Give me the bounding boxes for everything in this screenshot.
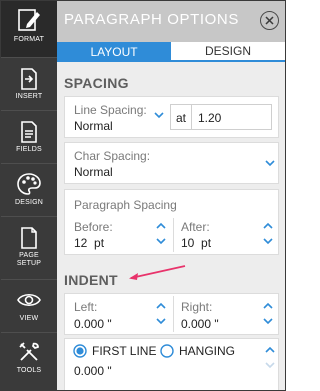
chevron-up-icon[interactable] [156,302,166,309]
pencil-document-icon [18,9,40,31]
char-spacing-select[interactable]: Char Spacing: Normal [64,142,279,184]
first-line-hanging-box: FIRST LINE HANGING 0.000 " [64,338,279,390]
rail-item-page-setup[interactable]: PAGE SETUP [1,217,57,279]
indent-right-label: Right: [181,300,213,314]
fields-document-icon [21,121,37,143]
indent-left-right-row: Left: 0.000 " Right: 0.000 " [64,293,279,335]
rail-label: VIEW [19,315,39,322]
divider [191,105,192,129]
chevron-up-icon[interactable] [156,222,166,229]
indent-left-stepper[interactable]: Left: 0.000 " [65,294,172,334]
section-title-spacing: SPACING [64,75,129,91]
line-spacing-select[interactable]: Line Spacing: Normal [65,97,167,137]
line-spacing-label: Line Spacing: [74,103,147,117]
line-spacing-row: Line Spacing: Normal at 1.20 [64,96,279,138]
at-label: at [176,111,187,125]
paragraph-options-panel: PARAGRAPH OPTIONS LAYOUT DESIGN SPACING … [57,1,285,390]
char-spacing-label: Char Spacing: [74,149,151,163]
indent-right-stepper[interactable]: Right: 0.000 " [174,294,278,334]
chevron-down-icon [154,112,164,119]
chevron-down-icon[interactable] [156,238,166,245]
rail-item-fields[interactable]: FIELDS [1,111,57,163]
close-button[interactable] [260,11,279,30]
after-stepper[interactable]: After: 10 pt [174,216,278,254]
rail-label: INSERT [15,93,43,100]
chevron-down-icon [265,160,275,167]
radio-selected-icon [73,344,87,358]
rail-item-design[interactable]: DESIGN [1,164,57,216]
rail-item-insert[interactable]: INSERT [1,58,57,110]
rail-label: PAGE SETUP [16,252,42,267]
page-icon [21,227,37,249]
after-label: After: [181,220,210,234]
left-toolbar: FORMAT INSERT FIELDS DESIGN PAGE SETUP V… [1,1,57,390]
line-spacing-at-input[interactable]: at 1.20 [170,104,272,130]
chevron-down-icon[interactable] [263,238,273,245]
tab-layout[interactable]: LAYOUT [57,42,171,62]
panel-header: PARAGRAPH OPTIONS [57,1,285,42]
before-value: 12 pt [74,236,105,250]
insert-document-icon [21,68,37,90]
chevron-up-icon[interactable] [265,346,275,353]
first-line-value[interactable]: 0.000 " [74,364,112,378]
rail-item-format[interactable]: FORMAT [1,1,57,57]
indent-right-value: 0.000 " [181,317,219,331]
hanging-radio[interactable]: HANGING [160,343,235,359]
chevron-down-icon[interactable] [156,318,166,325]
section-title-indent: INDENT [64,272,118,288]
chevron-down-icon[interactable] [265,362,275,369]
tab-design[interactable]: DESIGN [171,42,285,62]
eye-icon [17,293,41,307]
before-stepper[interactable]: Before: 12 pt [65,216,172,254]
at-value: 1.20 [198,111,222,125]
hanging-label: HANGING [179,344,236,358]
radio-unselected-icon [160,344,174,358]
paragraph-spacing-label: Paragraph Spacing [74,198,177,212]
indent-left-label: Left: [74,300,98,314]
chevron-down-icon[interactable] [263,318,273,325]
paragraph-spacing-box: Paragraph Spacing Before: 12 pt After: 1… [64,189,279,255]
rail-item-view[interactable]: VIEW [1,280,57,332]
annotation-arrow-icon [129,265,186,280]
tools-icon [19,342,39,361]
panel-title: PARAGRAPH OPTIONS [64,11,239,28]
line-spacing-value: Normal [74,119,113,133]
after-value: 10 pt [181,236,212,250]
rail-item-tools[interactable]: TOOLS [1,333,57,390]
chevron-up-icon[interactable] [263,222,273,229]
rail-label: TOOLS [16,367,42,374]
rail-label: FORMAT [13,36,45,43]
chevron-up-icon[interactable] [263,302,273,309]
before-label: Before: [74,220,113,234]
first-line-radio[interactable]: FIRST LINE [73,343,156,359]
rail-label: DESIGN [14,199,44,206]
palette-icon [17,173,41,195]
char-spacing-value: Normal [74,165,113,179]
first-line-label: FIRST LINE [92,344,157,358]
rail-label: FIELDS [16,146,42,153]
indent-left-value: 0.000 " [74,317,112,331]
close-icon [265,16,274,25]
